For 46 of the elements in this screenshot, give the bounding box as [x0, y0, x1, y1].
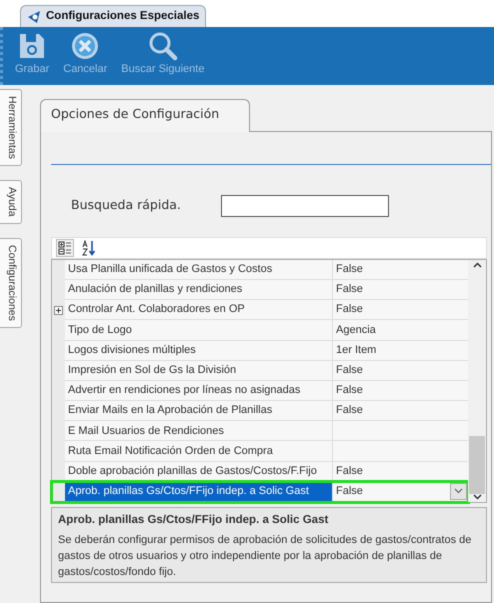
description-text: Se deberán configurar permisos de aprobación de solicitudes de gastos/contratos de gastos de otros usuarios y otro independiente por la aprobación de planillas de gastos/costos/fondo fijo. — [58, 533, 472, 580]
property-value[interactable]: False — [333, 401, 468, 422]
cancel-icon — [70, 31, 100, 61]
property-name[interactable]: Usa Planilla unificada de Gastos y Costos — [65, 260, 333, 280]
search-field[interactable] — [220, 194, 389, 217]
expand-icon[interactable] — [54, 306, 63, 315]
description-title: Aprob. planillas Gs/Ctos/FFijo indep. a Solic Gast — [58, 513, 330, 528]
scrollbar[interactable] — [468, 260, 486, 502]
property-name[interactable]: Advertir en rendiciones por líneas no asignadas — [65, 380, 333, 402]
property-name[interactable]: Impresión en Sol de Gs la División — [65, 360, 333, 381]
search-label: Busqueda rápida. — [71, 196, 181, 214]
side-tab[interactable]: Configuraciones — [0, 238, 22, 328]
property-name[interactable]: E Mail Usuarios de Rendiciones — [65, 421, 333, 442]
property-name[interactable]: Ruta Email Notificación Orden de Compra — [65, 441, 333, 462]
view-toggle[interactable] — [56, 238, 74, 257]
side-tab[interactable]: Herramientas — [0, 89, 22, 166]
property-value[interactable]: False — [333, 360, 468, 381]
sort-alphabetical-icon — [82, 240, 96, 256]
side-tab[interactable]: Ayuda — [0, 180, 22, 224]
highlighted-row[interactable]: Aprob. planillas Gs/Ctos/FFijo indep. a Solic Gast False — [52, 482, 468, 502]
property-name[interactable]: Aprob. planillas Gs/Ctos/FFijo indep. a Solic Gast — [65, 482, 333, 502]
property-name[interactable]: Logos divisiones múltiples — [65, 340, 333, 361]
property-value[interactable]: False — [333, 482, 468, 502]
chevron-down-icon — [454, 488, 463, 494]
scroll-thumb[interactable] — [469, 436, 485, 494]
dropdown-button[interactable] — [450, 482, 467, 500]
property-name[interactable]: Controlar Ant. Colaboradores en OP — [65, 300, 333, 320]
property-name[interactable]: Doble aprobación planillas de Gastos/Costos/F.Fijo — [65, 462, 333, 482]
search-icon — [148, 31, 178, 61]
property-value[interactable]: Agencia — [333, 320, 468, 340]
view-toggle[interactable] — [80, 238, 98, 258]
property-name[interactable]: Anulación de planillas y rendiciones — [65, 280, 333, 300]
property-value[interactable]: False — [333, 380, 468, 402]
property-value[interactable]: False — [333, 462, 468, 482]
property-name[interactable]: Tipo de Logo — [65, 320, 333, 340]
property-value[interactable]: False — [333, 300, 468, 320]
document-tab[interactable]: Configuraciones Especiales — [20, 5, 206, 27]
property-name[interactable]: Enviar Mails en la Aprobación de Planillas — [65, 401, 333, 422]
app-logo-icon — [27, 10, 41, 24]
property-value[interactable]: 1er Item — [333, 340, 468, 361]
categorized-view-icon — [58, 240, 72, 255]
panel-tab[interactable]: Opciones de Configuración — [40, 99, 250, 132]
scroll-down-icon[interactable] — [472, 494, 482, 500]
property-value[interactable]: False — [333, 280, 468, 300]
property-value[interactable]: False — [333, 260, 468, 280]
scroll-up-icon[interactable] — [472, 262, 482, 268]
